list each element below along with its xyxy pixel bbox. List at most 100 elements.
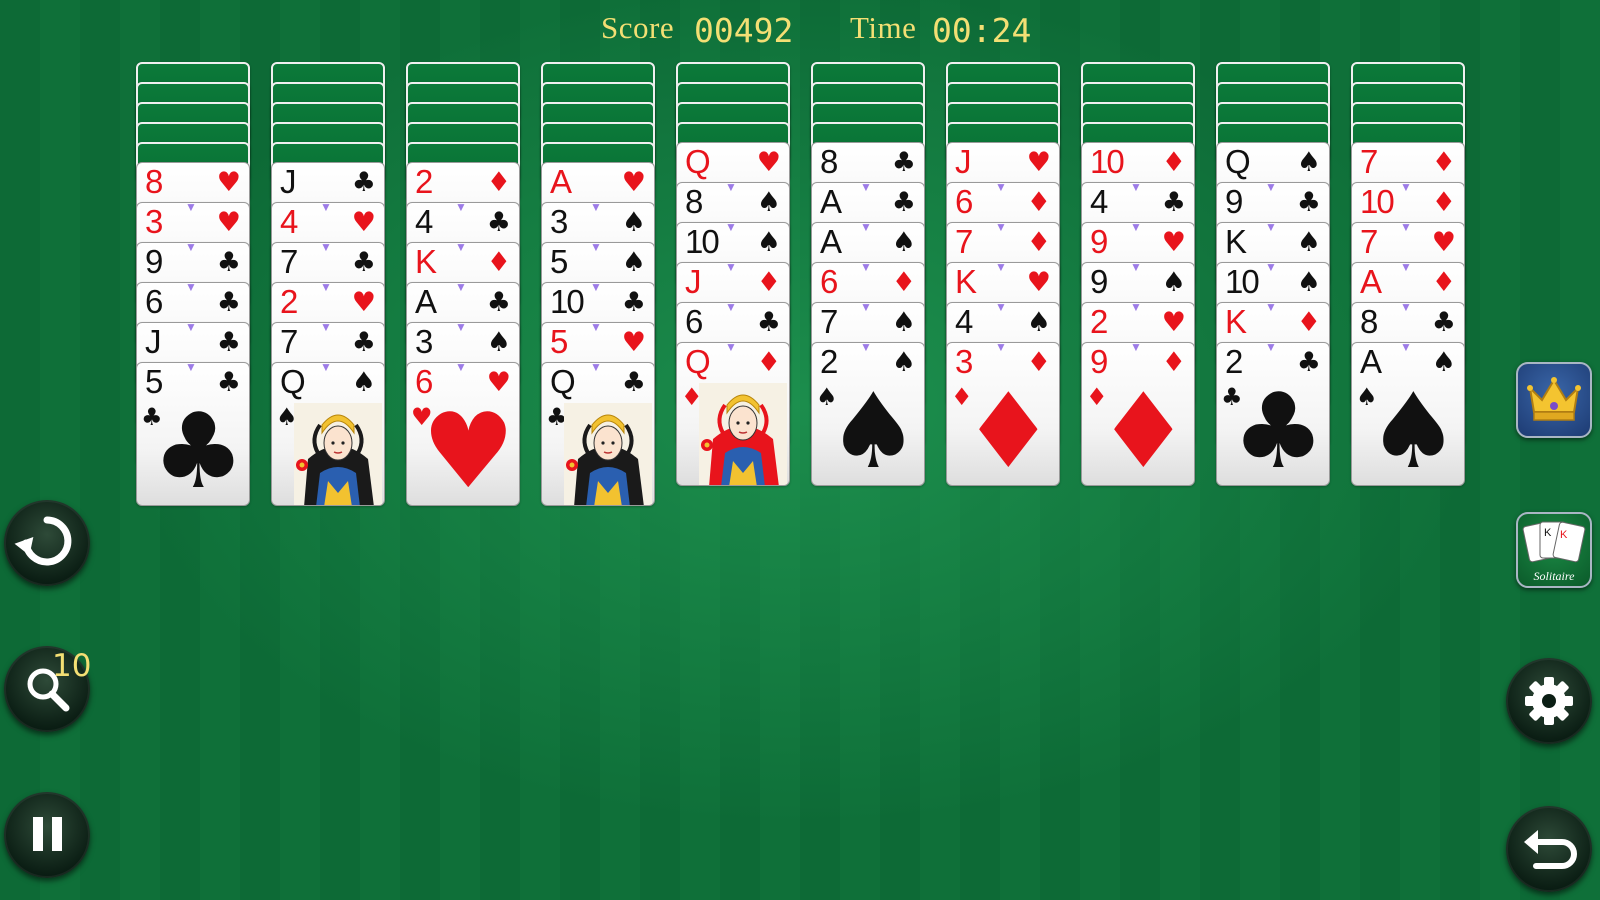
playing-card[interactable]: Q ♠ ▼ ♠ — [271, 362, 385, 506]
settings-button[interactable] — [1506, 658, 1592, 744]
playing-card[interactable]: A ♠ ▼ ♠ ♠ — [1351, 342, 1465, 486]
queen-portrait-icon — [294, 403, 382, 505]
card-rank: 3 — [145, 203, 163, 240]
stack-marker-icon: ▼ — [995, 262, 1007, 274]
diamonds-suit-icon: ♦ — [891, 267, 916, 298]
solitaire-button[interactable]: K K Solitaire — [1516, 512, 1592, 588]
stack-marker-icon: ▼ — [185, 242, 197, 254]
stack-marker-icon: ▼ — [1400, 302, 1412, 314]
stack-marker-icon: ▼ — [320, 362, 332, 374]
score-value: 00492 — [694, 11, 794, 50]
card-rank: 7 — [955, 223, 973, 260]
card-rank: 7 — [280, 243, 298, 280]
diamonds-suit-icon: ♦ — [1026, 187, 1051, 218]
card-rank: Q — [685, 143, 711, 180]
stack-marker-icon: ▼ — [1400, 222, 1412, 234]
clubs-suit-icon: ♣ — [1431, 307, 1456, 338]
card-rank: K — [1225, 223, 1247, 260]
stack-marker-icon: ▼ — [860, 262, 872, 274]
card-rank: K — [1225, 303, 1247, 340]
card-rank: 7 — [1360, 143, 1378, 180]
stack-marker-icon: ▼ — [860, 302, 872, 314]
diamonds-suit-icon: ♦ — [1026, 227, 1051, 258]
undo-button[interactable] — [1506, 806, 1592, 892]
stack-marker-icon: ▼ — [320, 202, 332, 214]
card-rank: Q — [1225, 143, 1251, 180]
hearts-suit-icon: ♥ — [351, 207, 376, 238]
clubs-suit-icon: ♣ — [351, 247, 376, 278]
restart-button[interactable] — [4, 500, 90, 586]
stack-marker-icon: ▼ — [320, 242, 332, 254]
card-rank: A — [415, 283, 437, 320]
spades-suit-icon: ♠ — [486, 327, 511, 358]
queen-portrait-icon — [699, 383, 787, 485]
card-rank: 5 — [550, 323, 568, 360]
card-rank: 9 — [1090, 263, 1108, 300]
crown-button[interactable] — [1516, 362, 1592, 438]
card-rank: 7 — [280, 323, 298, 360]
stack-marker-icon: ▼ — [725, 182, 737, 194]
hearts-suit-icon: ♥ — [621, 327, 646, 358]
hearts-suit-icon: ♥ — [1026, 147, 1051, 178]
clubs-suit-icon: ♣ — [621, 367, 646, 398]
card-rank: 9 — [1090, 223, 1108, 260]
stack-marker-icon: ▼ — [995, 182, 1007, 194]
pause-button[interactable] — [4, 792, 90, 878]
playing-card[interactable]: 9 ♦ ▼ ♦ ♦ — [1081, 342, 1195, 486]
card-rank: K — [415, 243, 437, 280]
time-label: Time — [850, 10, 917, 45]
card-rank: A — [550, 163, 572, 200]
stack-marker-icon: ▼ — [860, 342, 872, 354]
stack-marker-icon: ▼ — [590, 202, 602, 214]
spades-suit-icon: ♠ — [1026, 307, 1051, 338]
card-rank: 7 — [820, 303, 838, 340]
spades-suit-icon: ♠ — [891, 307, 916, 338]
card-rank: 3 — [415, 323, 433, 360]
stack-marker-icon: ▼ — [1130, 182, 1142, 194]
playing-card[interactable]: 3 ♦ ▼ ♦ ♦ — [946, 342, 1060, 486]
card-rank: J — [685, 263, 701, 300]
pause-icon — [33, 817, 62, 851]
playing-card[interactable]: Q ♦ ▼ ♦ — [676, 342, 790, 486]
card-rank: 2 — [415, 163, 433, 200]
card-rank: 4 — [415, 203, 433, 240]
card-rank: 4 — [1090, 183, 1108, 220]
svg-text:K: K — [1560, 529, 1568, 541]
stack-marker-icon: ▼ — [320, 282, 332, 294]
stack-marker-icon: ▼ — [455, 322, 467, 334]
playing-card[interactable]: 2 ♣ ▼ ♣ ♣ — [1216, 342, 1330, 486]
spades-suit-icon: ♠ — [891, 227, 916, 258]
playing-card[interactable]: 5 ♣ ▼ ♣ ♣ — [136, 362, 250, 506]
stack-marker-icon: ▼ — [1265, 342, 1277, 354]
spades-large-pip-icon: ♠ — [826, 370, 920, 486]
stack-marker-icon: ▼ — [590, 362, 602, 374]
playing-card[interactable]: Q ♣ ▼ ♣ — [541, 362, 655, 506]
diamonds-suit-icon: ♦ — [1431, 187, 1456, 218]
clubs-suit-icon: ♣ — [486, 287, 511, 318]
playing-card[interactable]: 6 ♥ ▼ ♥ ♥ — [406, 362, 520, 506]
stack-marker-icon: ▼ — [725, 262, 737, 274]
card-rank: 5 — [550, 243, 568, 280]
clubs-suit-icon: ♣ — [756, 307, 781, 338]
stack-marker-icon: ▼ — [590, 242, 602, 254]
card-rank: 4 — [280, 203, 298, 240]
hearts-suit-icon: ♥ — [1431, 227, 1456, 258]
card-rank: Q — [685, 343, 711, 380]
time-value: 00:24 — [932, 11, 1032, 50]
card-rank: 9 — [145, 243, 163, 280]
stack-marker-icon: ▼ — [725, 342, 737, 354]
clubs-suit-icon: ♣ — [1296, 187, 1321, 218]
stack-marker-icon: ▼ — [1265, 262, 1277, 274]
stack-marker-icon: ▼ — [590, 322, 602, 334]
clubs-suit-icon: ♣ — [216, 247, 241, 278]
hint-count: 10 — [52, 648, 92, 684]
crown-icon — [1527, 377, 1581, 421]
clubs-suit-icon: ♣ — [486, 207, 511, 238]
hearts-suit-icon: ♥ — [216, 207, 241, 238]
playing-card[interactable]: 2 ♠ ▼ ♠ ♠ — [811, 342, 925, 486]
card-rank: 10 — [1360, 183, 1395, 220]
card-rank: 6 — [685, 303, 703, 340]
stack-marker-icon: ▼ — [455, 202, 467, 214]
stack-marker-icon: ▼ — [995, 302, 1007, 314]
card-rank: J — [955, 143, 971, 180]
